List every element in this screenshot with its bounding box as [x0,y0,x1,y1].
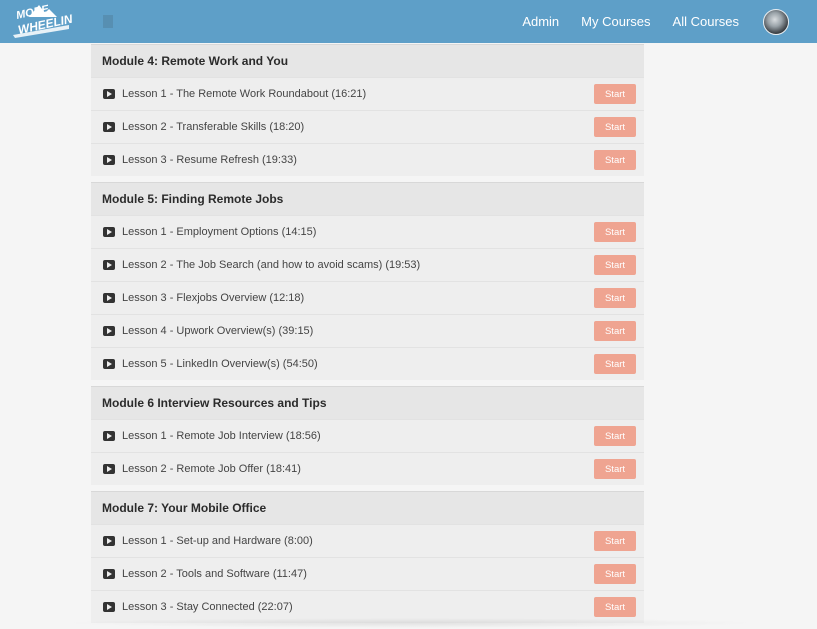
lesson-row[interactable]: Lesson 3 - Flexjobs Overview (12:18) Sta… [91,281,644,314]
site-logo[interactable]: MORE WHEELIN' [9,3,78,39]
nav-admin[interactable]: Admin [522,14,559,29]
lesson-row[interactable]: Lesson 4 - Upwork Overview(s) (39:15) St… [91,314,644,347]
faded-lesson-row [103,12,119,30]
module-title: Module 6 Interview Resources and Tips [91,386,644,419]
start-button[interactable]: Start [594,117,636,137]
lesson-title[interactable]: Lesson 1 - Employment Options (14:15) [122,226,316,238]
start-button[interactable]: Start [594,321,636,341]
play-video-icon [103,293,115,303]
module-6: Module 6 Interview Resources and Tips Le… [91,386,644,485]
lesson-title[interactable]: Lesson 5 - LinkedIn Overview(s) (54:50) [122,358,318,370]
start-button[interactable]: Start [594,531,636,551]
lesson-row[interactable]: Lesson 2 - Remote Job Offer (18:41) Star… [91,452,644,485]
lesson-row[interactable]: Lesson 1 - Remote Job Interview (18:56) … [91,419,644,452]
lesson-title[interactable]: Lesson 4 - Upwork Overview(s) (39:15) [122,325,313,337]
lesson-title[interactable]: Lesson 2 - Transferable Skills (18:20) [122,121,304,133]
lesson-title[interactable]: Lesson 2 - The Job Search (and how to av… [122,259,420,271]
start-button[interactable]: Start [594,564,636,584]
lesson-row[interactable]: Lesson 2 - Tools and Software (11:47) St… [91,557,644,590]
lesson-row[interactable]: Lesson 3 - Resume Refresh (19:33) Start [91,143,644,176]
lesson-title[interactable]: Lesson 1 - Remote Job Interview (18:56) [122,430,321,442]
lesson-title[interactable]: Lesson 3 - Stay Connected (22:07) [122,601,293,613]
lesson-row[interactable]: Lesson 2 - The Job Search (and how to av… [91,248,644,281]
play-video-icon [103,602,115,612]
play-video-icon [103,536,115,546]
top-navbar: MORE WHEELIN' Admin My Courses All Cours… [0,0,817,43]
play-video-icon [103,155,115,165]
lesson-title[interactable]: Lesson 3 - Flexjobs Overview (12:18) [122,292,304,304]
module-title: Module 5: Finding Remote Jobs [91,182,644,215]
play-video-icon [103,122,115,132]
lesson-title[interactable]: Lesson 3 - Resume Refresh (19:33) [122,154,297,166]
start-button[interactable]: Start [594,459,636,479]
play-video-icon [103,464,115,474]
module-4: Module 4: Remote Work and You Lesson 1 -… [91,44,644,176]
lesson-title[interactable]: Lesson 2 - Tools and Software (11:47) [122,568,307,580]
play-video-icon [103,89,115,99]
play-video-icon [103,431,115,441]
play-video-icon [103,260,115,270]
module-7: Module 7: Your Mobile Office Lesson 1 - … [91,491,644,623]
nav-all-courses[interactable]: All Courses [673,14,739,29]
nav-links: Admin My Courses All Courses [500,0,789,43]
logo-mountain-icon: MORE WHEELIN' [13,3,78,38]
nav-my-courses[interactable]: My Courses [581,14,650,29]
start-button[interactable]: Start [594,354,636,374]
lesson-row[interactable]: Lesson 1 - Set-up and Hardware (8:00) St… [91,524,644,557]
start-button[interactable]: Start [594,255,636,275]
start-button[interactable]: Start [594,426,636,446]
lesson-row[interactable]: Lesson 1 - The Remote Work Roundabout (1… [91,77,644,110]
module-5: Module 5: Finding Remote Jobs Lesson 1 -… [91,182,644,380]
footer-shadow [60,618,760,628]
start-button[interactable]: Start [594,597,636,617]
lesson-title[interactable]: Lesson 2 - Remote Job Offer (18:41) [122,463,301,475]
lesson-title[interactable]: Lesson 1 - Set-up and Hardware (8:00) [122,535,313,547]
document-icon [103,14,113,28]
play-video-icon [103,326,115,336]
start-button[interactable]: Start [594,84,636,104]
start-button[interactable]: Start [594,150,636,170]
start-button[interactable]: Start [594,222,636,242]
play-video-icon [103,227,115,237]
lesson-row[interactable]: Lesson 5 - LinkedIn Overview(s) (54:50) … [91,347,644,380]
lesson-row[interactable]: Lesson 1 - Employment Options (14:15) St… [91,215,644,248]
lesson-title[interactable]: Lesson 1 - The Remote Work Roundabout (1… [122,88,366,100]
course-curriculum: Module 4: Remote Work and You Lesson 1 -… [91,44,644,629]
module-title: Module 7: Your Mobile Office [91,491,644,524]
start-button[interactable]: Start [594,288,636,308]
play-video-icon [103,359,115,369]
lesson-row[interactable]: Lesson 2 - Transferable Skills (18:20) S… [91,110,644,143]
user-avatar[interactable] [763,8,789,35]
play-video-icon [103,569,115,579]
module-title: Module 4: Remote Work and You [91,44,644,77]
